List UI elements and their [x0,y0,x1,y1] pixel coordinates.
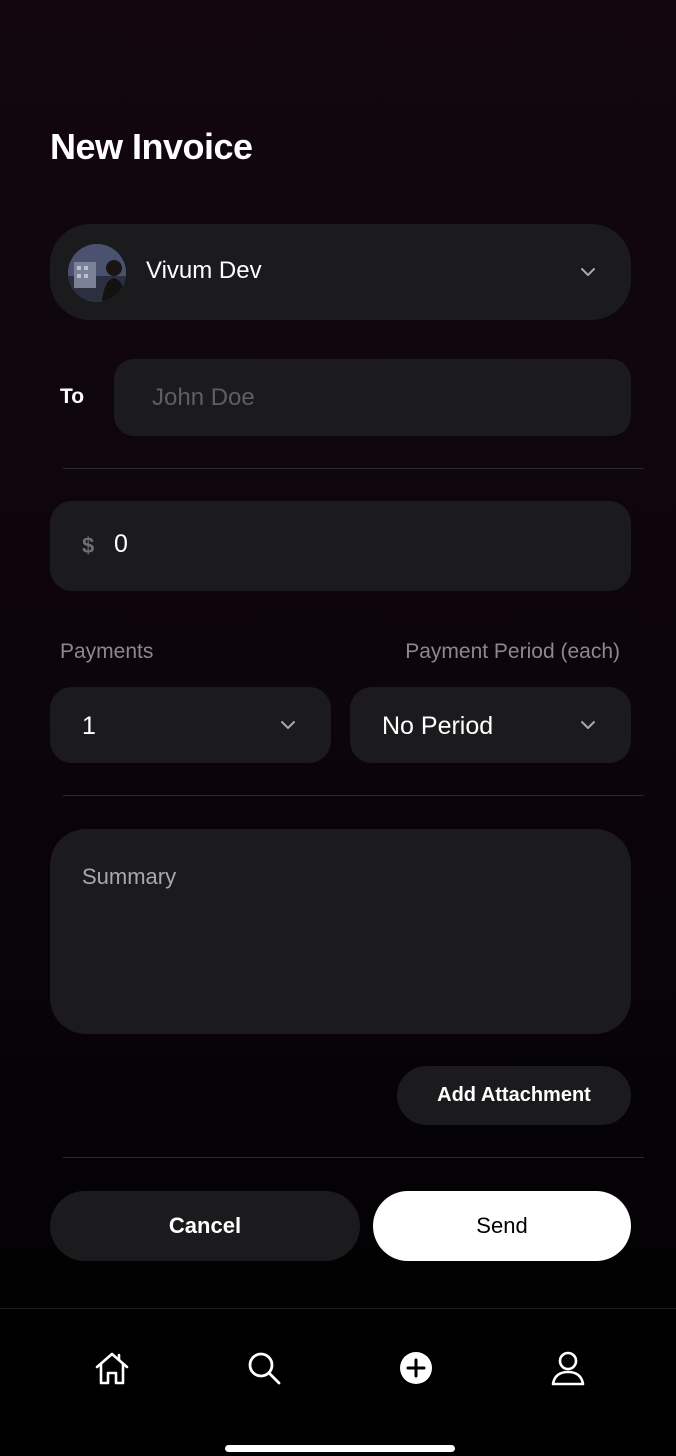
add-circle-icon[interactable] [397,1349,435,1387]
payment-period-label: Payment Period (each) [405,640,620,663]
recipient-label: To [60,385,85,408]
chevron-down-icon [278,715,298,735]
payments-count-value: 1 [82,712,96,740]
home-indicator [225,1445,455,1452]
account-name: Vivum Dev [146,257,262,284]
home-icon[interactable] [93,1349,131,1387]
amount-value: 0 [114,530,128,558]
recipient-input[interactable] [114,359,631,436]
profile-icon[interactable] [549,1349,587,1387]
currency-symbol: $ [82,533,95,558]
chevron-down-icon [578,262,598,282]
summary-placeholder: Summary [82,864,177,889]
page-title: New Invoice [50,126,253,167]
cancel-button[interactable]: Cancel [50,1191,360,1261]
payments-label: Payments [60,640,154,663]
payment-period-value: No Period [382,712,494,740]
amount-field[interactable] [50,501,631,591]
send-button[interactable]: Send [373,1191,631,1261]
chevron-down-icon [578,715,598,735]
summary-textarea[interactable] [50,829,631,1034]
divider [63,468,644,469]
add-attachment-button[interactable]: Add Attachment [397,1066,631,1125]
account-select[interactable] [50,224,631,320]
search-icon[interactable] [245,1349,283,1387]
divider [63,795,644,796]
divider [63,1157,644,1158]
avatar [68,244,126,302]
